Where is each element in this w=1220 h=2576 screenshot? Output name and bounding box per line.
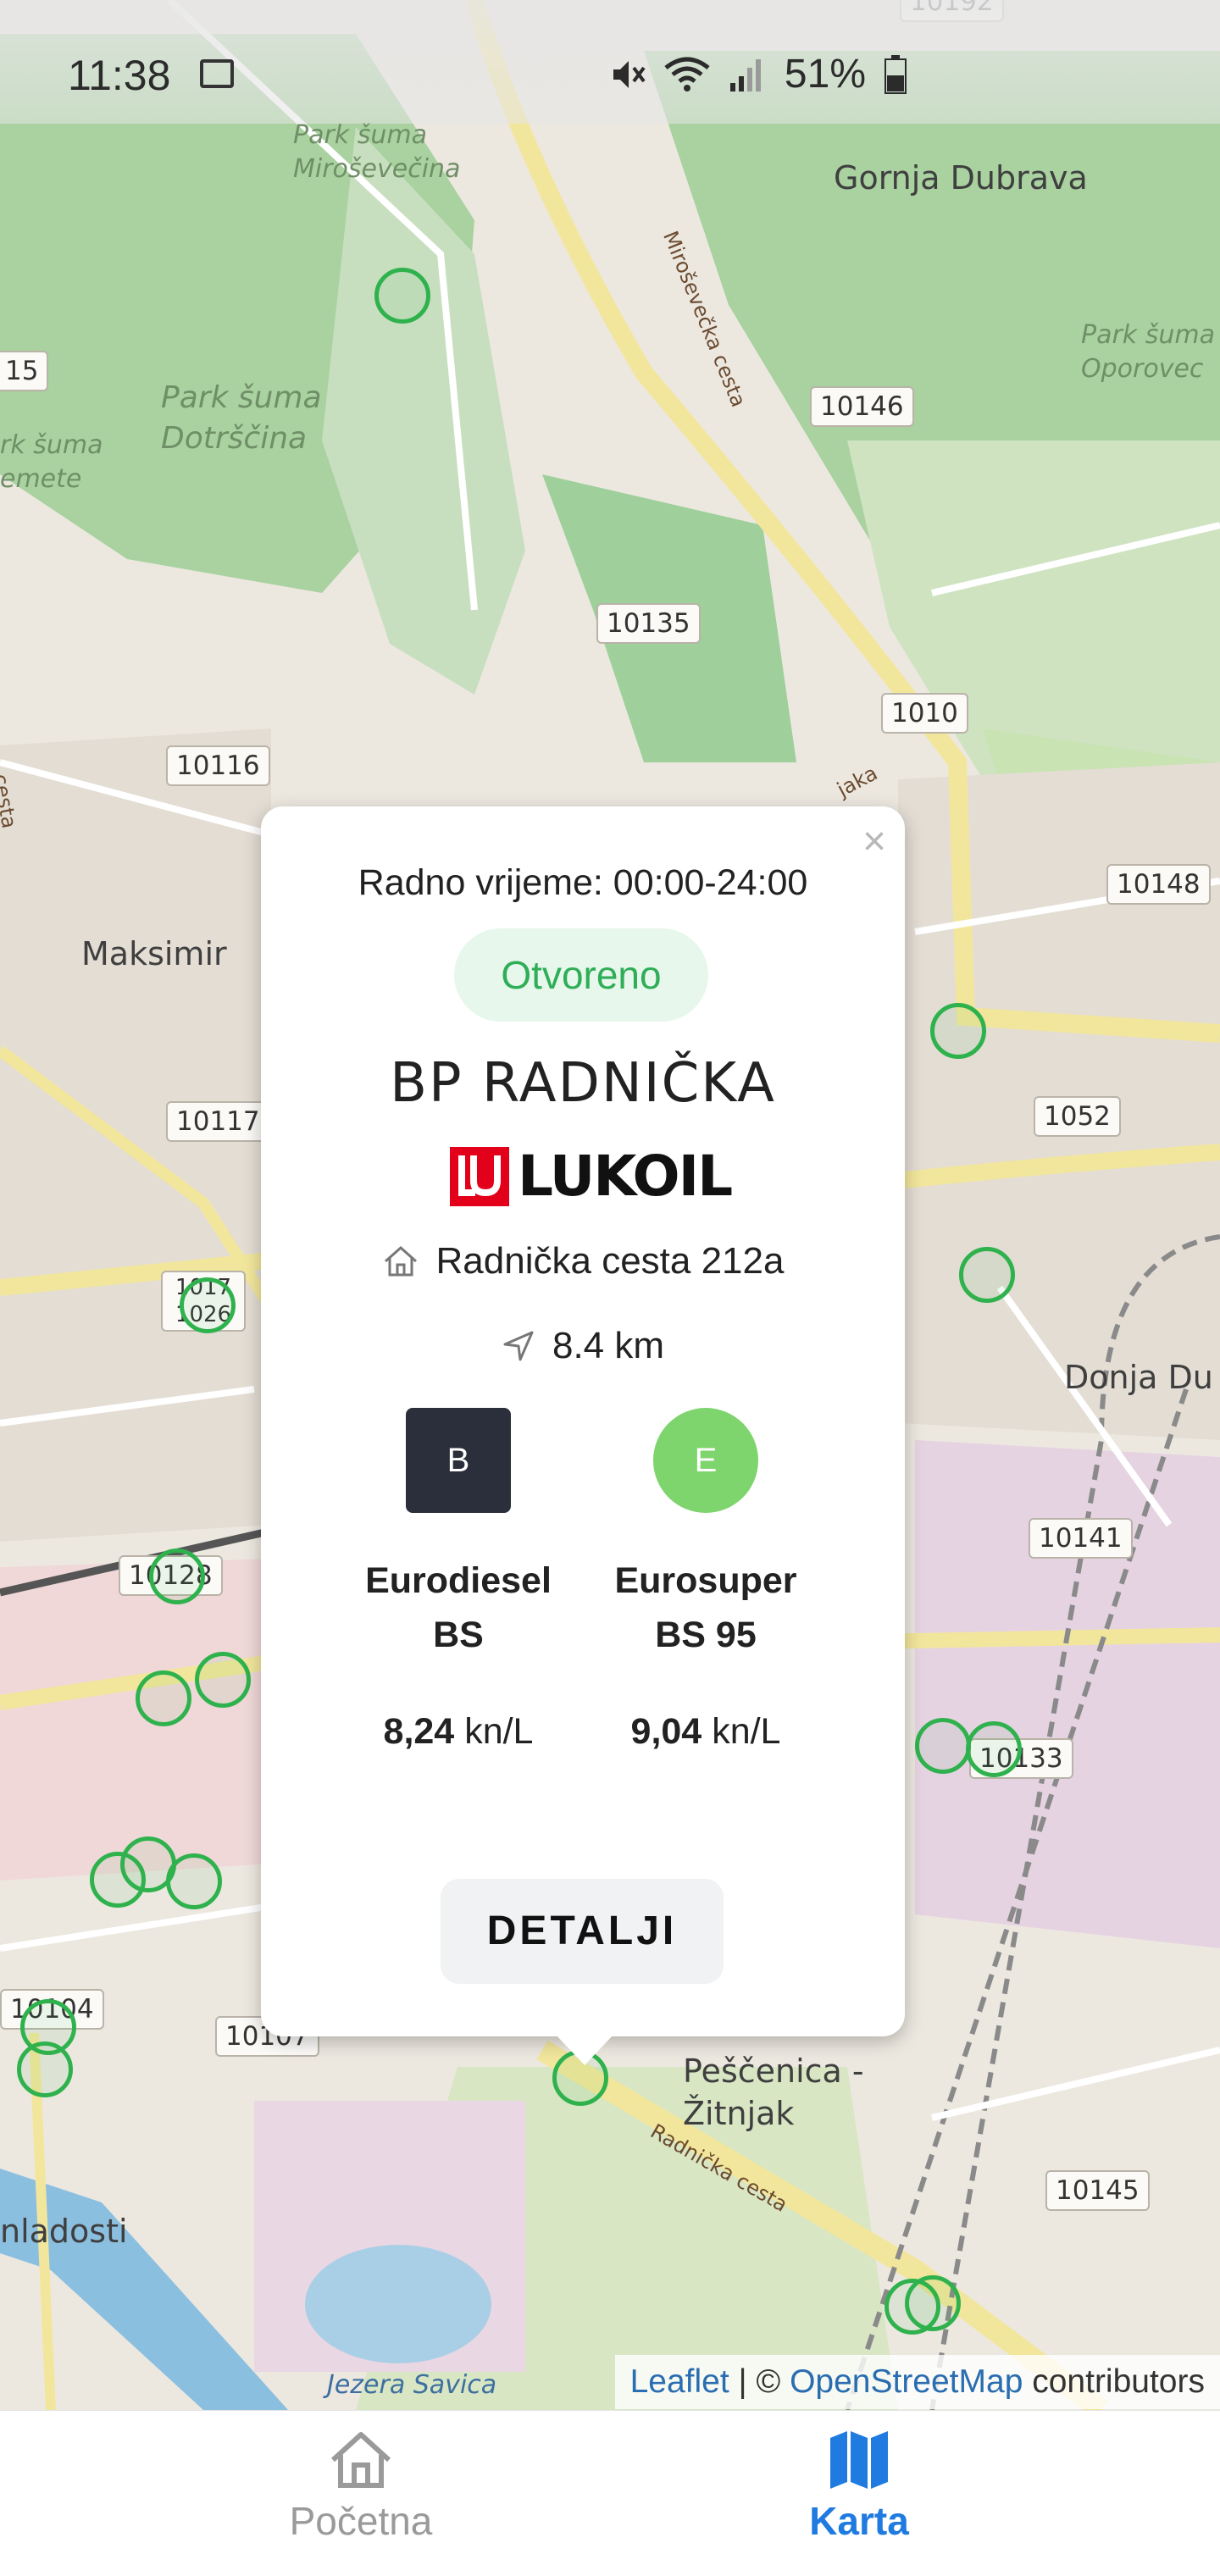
status-time: 11:38: [68, 52, 171, 99]
fuel-item-eurosuper: E Eurosuper BS 95 9,04 kn/L: [583, 1408, 829, 1753]
fuel-name-line1: Eurodiesel: [365, 1560, 552, 1601]
road-shield: 10145: [1045, 2170, 1150, 2211]
fuel-price-unit: kn/L: [464, 1711, 534, 1752]
attribution-suffix: contributors: [1023, 2363, 1205, 2400]
road-shield: 10146: [810, 386, 914, 427]
bottom-navigation: Početna Karta: [0, 2410, 1220, 2576]
station-marker[interactable]: [149, 1548, 205, 1604]
fuel-price: 8,24 kn/L: [336, 1711, 581, 1753]
lukoil-logo-icon: [450, 1146, 509, 1206]
station-popup: × Radno vrijeme: 00:00-24:00 Otvoreno BP…: [261, 806, 905, 2065]
station-marker[interactable]: [166, 1853, 222, 1909]
road-shield: 10141: [1029, 1518, 1133, 1559]
fuel-badge: B: [406, 1408, 511, 1513]
nav-label-home: Početna: [289, 2499, 433, 2543]
map-label-park-remete: rk šuma emete: [0, 430, 103, 494]
navigation-arrow-icon: [503, 1331, 534, 1361]
road-shield: 10116: [166, 745, 270, 786]
road-shield: 10135: [596, 603, 701, 644]
nav-item-home[interactable]: Početna: [191, 2429, 530, 2544]
map-label-park-oporovec: Park šuma Oporovec: [1081, 320, 1215, 384]
fuel-name: Eurodiesel BS: [336, 1554, 581, 1662]
fuel-price-value: 9,04: [630, 1711, 702, 1752]
attribution-separator: | ©: [729, 2363, 790, 2400]
fuel-badge: E: [653, 1408, 758, 1513]
map-label-mladosti: nladosti: [0, 2213, 128, 2250]
status-indicators: 51%: [608, 51, 907, 97]
fuel-name-line2: BS: [433, 1615, 484, 1655]
fuel-name-line2: BS 95: [655, 1615, 757, 1655]
brand-name: LUKOIL: [518, 1144, 733, 1209]
fuel-item-diesel: B Eurodiesel BS 8,24 kn/L: [336, 1408, 581, 1753]
signal-icon: [729, 58, 761, 91]
station-marker[interactable]: [905, 2275, 961, 2331]
status-badge: Otvoreno: [454, 928, 708, 1022]
popup-tip: [556, 2035, 613, 2065]
station-marker[interactable]: [966, 1721, 1022, 1777]
road-shield: 10148: [1106, 864, 1211, 905]
station-marker[interactable]: [136, 1670, 191, 1726]
station-distance: 8.4 km: [261, 1325, 905, 1367]
address-text: Radnička cesta 212a: [435, 1240, 785, 1282]
map-label-park-dotrscina: Park šuma Dotrščina: [161, 380, 322, 456]
home-icon: [384, 1245, 417, 1277]
road-shield: 10117: [166, 1101, 270, 1142]
map-label-donja-dubrava: Donja Du: [1064, 1359, 1213, 1396]
close-button[interactable]: ×: [862, 822, 886, 862]
leaflet-link[interactable]: Leaflet: [630, 2363, 729, 2400]
mute-icon: [613, 60, 646, 88]
map-label-park-mirosevecina: Park šuma Miroševečina: [293, 120, 461, 184]
road-shield: 1010: [881, 693, 968, 734]
map-label-maksimir: Maksimir: [81, 935, 227, 972]
fuel-price-value: 8,24: [383, 1711, 455, 1752]
station-marker[interactable]: [17, 2041, 73, 2097]
map-label-gornja-dubrava: Gornja Dubrava: [834, 159, 1088, 197]
station-marker[interactable]: [195, 1652, 251, 1708]
road-shield: 15: [0, 351, 49, 391]
status-bar: 11:38 51%: [0, 0, 1220, 124]
map-label-pescenica: Peščenica - Žitnjak: [683, 2052, 864, 2132]
station-name: BP RADNIČKA: [390, 1052, 776, 1115]
station-marker[interactable]: [374, 268, 430, 324]
brand-logo: LUKOIL: [450, 1144, 733, 1209]
working-hours: Radno vrijeme: 00:00-24:00: [358, 862, 808, 903]
details-button[interactable]: DETALJI: [441, 1879, 724, 1984]
road-shield: 1052: [1034, 1096, 1121, 1137]
map-attribution: Leaflet | © OpenStreetMap contributors: [614, 2355, 1220, 2409]
home-icon: [330, 2432, 391, 2488]
station-marker[interactable]: [915, 1718, 971, 1774]
fuel-price: 9,04 kn/L: [583, 1711, 829, 1753]
battery-icon: [884, 54, 907, 94]
map-label-jezera-savica: Jezera Savica: [327, 2370, 497, 2400]
nav-label-map: Karta: [809, 2499, 909, 2543]
fuel-name-line1: Eurosuper: [614, 1560, 797, 1601]
wifi-icon: [664, 57, 710, 91]
station-address: Radnička cesta 212a: [261, 1240, 905, 1282]
nav-item-map[interactable]: Karta: [690, 2429, 1029, 2544]
station-marker[interactable]: [959, 1247, 1015, 1303]
battery-percent: 51%: [784, 52, 866, 97]
map-icon: [830, 2431, 888, 2489]
fuel-price-unit: kn/L: [712, 1711, 781, 1752]
station-marker[interactable]: [180, 1277, 236, 1333]
image-notification-icon: [200, 59, 234, 88]
station-marker[interactable]: [930, 1003, 986, 1059]
distance-text: 8.4 km: [552, 1325, 665, 1366]
openstreetmap-link[interactable]: OpenStreetMap: [790, 2363, 1023, 2400]
fuel-name: Eurosuper BS 95: [583, 1554, 829, 1662]
